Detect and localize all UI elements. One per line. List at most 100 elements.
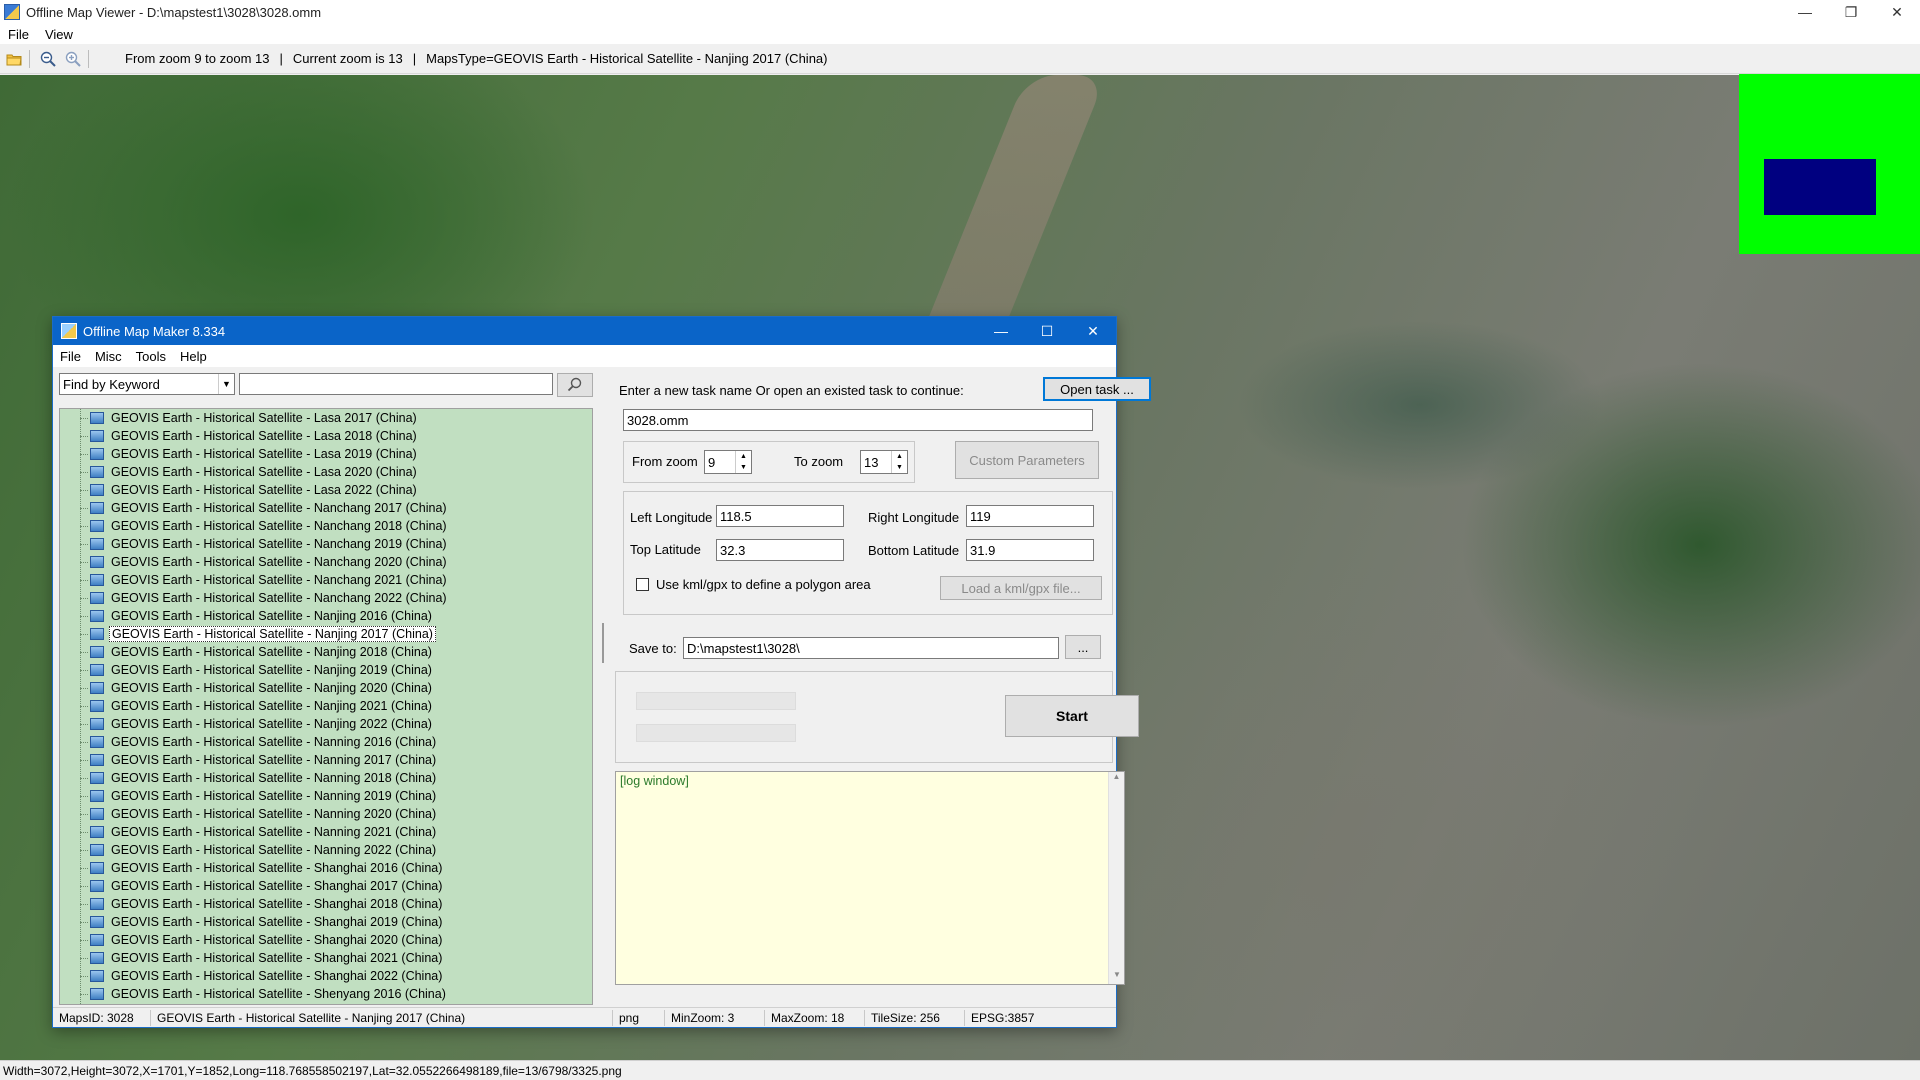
chevron-down-icon[interactable]: ▼ xyxy=(736,462,751,473)
zoom-out-icon[interactable] xyxy=(37,48,59,70)
tree-item[interactable]: GEOVIS Earth - Historical Satellite - Sh… xyxy=(60,877,592,895)
log-scrollbar[interactable]: ▲ ▼ xyxy=(1108,772,1124,984)
right-longitude-input[interactable] xyxy=(966,505,1094,527)
tree-item[interactable]: GEOVIS Earth - Historical Satellite - Sh… xyxy=(60,985,592,1003)
scroll-up-icon[interactable]: ▲ xyxy=(1109,772,1124,786)
map-layer-icon xyxy=(90,736,104,748)
chevron-down-icon[interactable]: ▼ xyxy=(892,462,907,473)
status-epsg: EPSG:3857 xyxy=(971,1010,1035,1025)
load-kml-button[interactable]: Load a kml/gpx file... xyxy=(940,576,1102,600)
tree-item[interactable]: GEOVIS Earth - Historical Satellite - Na… xyxy=(60,571,592,589)
minimize-icon[interactable]: — xyxy=(1782,0,1828,24)
left-longitude-input[interactable] xyxy=(716,505,844,527)
log-window[interactable]: [log window] ▲ ▼ xyxy=(615,771,1125,985)
map-layer-icon xyxy=(90,682,104,694)
tree-item[interactable]: GEOVIS Earth - Historical Satellite - Na… xyxy=(60,607,592,625)
tree-item-label: GEOVIS Earth - Historical Satellite - Na… xyxy=(111,843,437,857)
tree-item[interactable]: GEOVIS Earth - Historical Satellite - Na… xyxy=(60,805,592,823)
chevron-up-icon[interactable]: ▲ xyxy=(892,451,907,462)
tree-item[interactable]: GEOVIS Earth - Historical Satellite - Na… xyxy=(60,715,592,733)
close-icon[interactable]: ✕ xyxy=(1070,317,1116,345)
from-zoom-stepper[interactable]: ▲▼ xyxy=(704,450,752,474)
maker-menu-help[interactable]: Help xyxy=(173,349,214,364)
splitter-grip[interactable] xyxy=(602,623,604,663)
map-layer-icon xyxy=(90,448,104,460)
overview-view-rectangle[interactable] xyxy=(1764,159,1876,215)
from-zoom-input[interactable] xyxy=(705,451,735,473)
tree-item[interactable]: GEOVIS Earth - Historical Satellite - Sh… xyxy=(60,931,592,949)
tree-item-label: GEOVIS Earth - Historical Satellite - Sh… xyxy=(111,915,443,929)
zoom-in-icon[interactable] xyxy=(62,48,84,70)
tree-item[interactable]: GEOVIS Earth - Historical Satellite - La… xyxy=(60,409,592,427)
tree-item[interactable]: GEOVIS Earth - Historical Satellite - Sh… xyxy=(60,967,592,985)
search-mode-select[interactable]: Find by Keyword ▼ xyxy=(59,373,235,395)
close-icon[interactable]: ✕ xyxy=(1874,0,1920,24)
viewer-title-bar: Offline Map Viewer - D:\mapstest1\3028\3… xyxy=(0,0,1920,24)
viewer-menu-view[interactable]: View xyxy=(37,27,81,42)
maker-menu-tools[interactable]: Tools xyxy=(129,349,173,364)
tree-item[interactable]: GEOVIS Earth - Historical Satellite - Na… xyxy=(60,499,592,517)
tree-item[interactable]: GEOVIS Earth - Historical Satellite - Na… xyxy=(60,679,592,697)
keyword-search-input[interactable] xyxy=(239,373,553,395)
tree-item[interactable]: GEOVIS Earth - Historical Satellite - Na… xyxy=(60,589,592,607)
open-task-button[interactable]: Open task ... xyxy=(1043,377,1151,401)
tree-item[interactable]: GEOVIS Earth - Historical Satellite - Sh… xyxy=(60,913,592,931)
chevron-up-icon[interactable]: ▲ xyxy=(736,451,751,462)
maker-menu-file[interactable]: File xyxy=(53,349,88,364)
tree-item[interactable]: GEOVIS Earth - Historical Satellite - Na… xyxy=(60,733,592,751)
save-path-input[interactable] xyxy=(683,637,1059,659)
tree-item[interactable]: GEOVIS Earth - Historical Satellite - Na… xyxy=(60,625,592,643)
tree-item[interactable]: GEOVIS Earth - Historical Satellite - Sh… xyxy=(60,895,592,913)
browse-folder-button[interactable]: ... xyxy=(1065,635,1101,659)
map-type-tree[interactable]: GEOVIS Earth - Historical Satellite - La… xyxy=(59,408,593,1005)
open-folder-icon[interactable] xyxy=(3,48,25,70)
bottom-latitude-input[interactable] xyxy=(966,539,1094,561)
maker-menu-misc[interactable]: Misc xyxy=(88,349,129,364)
tree-item[interactable]: GEOVIS Earth - Historical Satellite - Na… xyxy=(60,553,592,571)
tree-item[interactable]: GEOVIS Earth - Historical Satellite - Na… xyxy=(60,787,592,805)
start-button[interactable]: Start xyxy=(1005,695,1139,737)
chevron-down-icon[interactable]: ▼ xyxy=(218,374,234,394)
viewer-menu-file[interactable]: File xyxy=(0,27,37,42)
tree-item[interactable]: GEOVIS Earth - Historical Satellite - Na… xyxy=(60,823,592,841)
tree-item-label: GEOVIS Earth - Historical Satellite - Sh… xyxy=(111,879,443,893)
kml-polygon-checkbox[interactable] xyxy=(636,578,649,591)
top-latitude-input[interactable] xyxy=(716,539,844,561)
pane-splitter[interactable] xyxy=(599,373,607,1005)
tree-item[interactable]: GEOVIS Earth - Historical Satellite - Sh… xyxy=(60,859,592,877)
tree-item[interactable]: GEOVIS Earth - Historical Satellite - Sh… xyxy=(60,949,592,967)
tree-item[interactable]: GEOVIS Earth - Historical Satellite - La… xyxy=(60,445,592,463)
scroll-down-icon[interactable]: ▼ xyxy=(1109,970,1125,984)
minimize-icon[interactable]: — xyxy=(978,317,1024,345)
coordinates-group: Left Longitude Right Longitude Top Latit… xyxy=(623,491,1113,615)
toolbar-separator xyxy=(88,49,89,68)
task-name-input[interactable] xyxy=(623,409,1093,431)
toolbar-pipe: | xyxy=(412,51,417,66)
tree-item[interactable]: GEOVIS Earth - Historical Satellite - Na… xyxy=(60,751,592,769)
tree-item[interactable]: GEOVIS Earth - Historical Satellite - Na… xyxy=(60,841,592,859)
map-layer-icon xyxy=(90,754,104,766)
restore-icon[interactable]: ❐ xyxy=(1828,0,1874,24)
to-zoom-stepper[interactable]: ▲▼ xyxy=(860,450,908,474)
to-zoom-arrows: ▲ ▼ xyxy=(891,451,907,473)
tree-item-label: GEOVIS Earth - Historical Satellite - La… xyxy=(111,483,417,497)
tree-item[interactable]: GEOVIS Earth - Historical Satellite - Na… xyxy=(60,517,592,535)
map-layer-icon xyxy=(90,718,104,730)
tree-item[interactable]: GEOVIS Earth - Historical Satellite - La… xyxy=(60,463,592,481)
to-zoom-input[interactable] xyxy=(861,451,891,473)
map-maker-window: Offline Map Maker 8.334 — ☐ ✕ File Misc … xyxy=(52,316,1151,1028)
tree-item-label: GEOVIS Earth - Historical Satellite - La… xyxy=(111,465,417,479)
find-button[interactable] xyxy=(557,373,593,397)
tree-item[interactable]: GEOVIS Earth - Historical Satellite - La… xyxy=(60,427,592,445)
tree-item[interactable]: GEOVIS Earth - Historical Satellite - Na… xyxy=(60,643,592,661)
tree-item[interactable]: GEOVIS Earth - Historical Satellite - Na… xyxy=(60,661,592,679)
custom-parameters-button[interactable]: Custom Parameters xyxy=(955,441,1099,479)
tree-item[interactable]: GEOVIS Earth - Historical Satellite - Na… xyxy=(60,535,592,553)
overview-minimap[interactable] xyxy=(1739,74,1920,254)
tree-item-label: GEOVIS Earth - Historical Satellite - Sh… xyxy=(111,951,443,965)
tree-item[interactable]: GEOVIS Earth - Historical Satellite - Na… xyxy=(60,769,592,787)
tree-item[interactable]: GEOVIS Earth - Historical Satellite - Na… xyxy=(60,697,592,715)
maximize-icon[interactable]: ☐ xyxy=(1024,317,1070,345)
save-to-label: Save to: xyxy=(629,641,677,656)
tree-item[interactable]: GEOVIS Earth - Historical Satellite - La… xyxy=(60,481,592,499)
